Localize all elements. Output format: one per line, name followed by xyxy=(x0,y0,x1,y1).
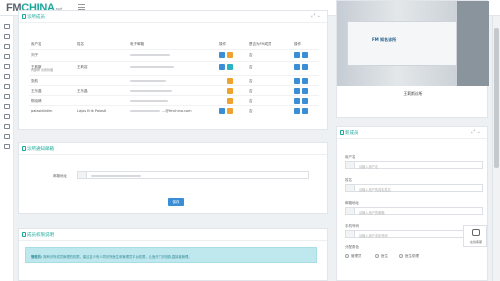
card-tools-icon[interactable]: ⤢ ⌄ xyxy=(311,13,321,19)
calendar-icon[interactable] xyxy=(4,74,10,79)
email-blurred xyxy=(130,90,172,92)
info-icon xyxy=(22,232,26,237)
table-row: palasidlatim Lajos Erik Palasti ...@fmch… xyxy=(29,105,319,115)
notify-email-card: 诊所通知邮箱 邮箱地址 保存 xyxy=(18,142,328,214)
new-member-title: 新成员 xyxy=(345,131,359,136)
role-button[interactable] xyxy=(227,98,233,104)
notice-text: 管理员: 拥有诊所成员管理的权限，建议至少有人同诊所医生和管理员平台权限，让医疗… xyxy=(31,255,192,259)
scrollbar-thumb[interactable] xyxy=(494,28,499,168)
grid-icon[interactable] xyxy=(4,54,10,59)
email-input[interactable]: 请输入用户的邮箱 xyxy=(345,207,483,215)
edit-button[interactable] xyxy=(219,52,225,58)
table-row: 刘子 否 xyxy=(29,49,319,59)
table-header: 用户名 姓名 电子邮箱 操作 是否为FM成员 操作 xyxy=(31,42,301,46)
add-user-icon xyxy=(340,130,344,135)
members-card: 诊所成员 ⤢ ⌄ 用户名 姓名 电子邮箱 操作 是否为FM成员 操作 刘子 否 … xyxy=(18,10,328,130)
edit-button[interactable] xyxy=(294,52,300,58)
edit-button[interactable] xyxy=(294,64,300,70)
mail-icon[interactable] xyxy=(4,144,10,149)
edit-button[interactable] xyxy=(294,108,300,114)
role-button[interactable] xyxy=(227,88,233,94)
mail-icon xyxy=(346,208,355,214)
phone-label: 手机号码 xyxy=(345,224,359,228)
clinic-caption: 王莉斯诊所 xyxy=(403,91,423,96)
clinic-card: FM 知名诊所 王莉斯诊所 xyxy=(336,0,489,118)
email-blurred xyxy=(130,54,170,56)
table-row: 陈晓晴 否 xyxy=(29,95,319,105)
permission-notice-card: 成员权限说明 管理员: 拥有诊所成员管理的权限，建议至少有人同诊所医生和管理员平… xyxy=(18,228,328,281)
tag-icon[interactable] xyxy=(4,124,10,129)
role-button[interactable] xyxy=(227,64,233,70)
email-blurred xyxy=(130,100,168,102)
members-card-header: 诊所成员 ⤢ ⌄ xyxy=(19,11,327,23)
permission-notice-header: 成员权限说明 xyxy=(19,229,327,241)
bell-icon xyxy=(22,146,26,151)
permission-notice-title: 成员权限说明 xyxy=(27,233,54,238)
notify-email-header: 诊所通知邮箱 xyxy=(19,143,327,155)
role-radio-admin[interactable] xyxy=(345,254,349,258)
chart-icon[interactable] xyxy=(4,84,10,89)
role-label: 分配角色 xyxy=(345,245,359,249)
doctor-icon xyxy=(22,14,26,19)
username-label: 用户名 xyxy=(345,155,356,159)
notice-box: 管理员: 拥有诊所成员管理的权限，建议至少有人同诊所医生和管理员平台权限，让医疗… xyxy=(25,247,317,263)
edit-button[interactable] xyxy=(294,88,300,94)
role-radio-doctor[interactable] xyxy=(375,254,379,258)
heart-icon[interactable] xyxy=(4,44,10,49)
role-button[interactable] xyxy=(227,52,233,58)
permission-button[interactable] xyxy=(302,52,308,58)
name-input[interactable]: 请输入用户的真实姓名 xyxy=(345,184,483,192)
book-icon[interactable] xyxy=(4,114,10,119)
edit-button[interactable] xyxy=(294,78,300,84)
email-blurred xyxy=(130,80,166,82)
edit-button[interactable] xyxy=(294,98,300,104)
edit-button[interactable] xyxy=(219,108,225,114)
support-chat-button[interactable]: 在线客服 xyxy=(463,225,487,247)
sidebar xyxy=(0,16,14,281)
table-row: 张航 否 xyxy=(29,75,319,85)
permission-button[interactable] xyxy=(302,98,308,104)
email-blurred xyxy=(130,66,174,68)
email-value-blurred xyxy=(91,175,141,177)
permission-button[interactable] xyxy=(302,78,308,84)
folder-icon[interactable] xyxy=(4,94,10,99)
table-row: 王莉斯 内部师 诊所管理 王莉容 否 xyxy=(29,61,319,75)
user-icon xyxy=(346,162,355,168)
permission-button[interactable] xyxy=(302,88,308,94)
email-blurred xyxy=(130,110,160,112)
new-member-header: 新成员 ⤢ ⌄ xyxy=(337,127,487,139)
email-input[interactable] xyxy=(77,171,309,179)
notify-email-title: 诊所通知邮箱 xyxy=(27,147,54,152)
email-prefix-icon xyxy=(78,172,87,178)
card-tools-icon[interactable]: ⤢ ⌄ xyxy=(471,129,481,135)
username-input[interactable]: 请输入用户名 xyxy=(345,161,483,169)
file-icon[interactable] xyxy=(4,64,10,69)
new-member-card: 新成员 ⤢ ⌄ 用户名 请输入用户名 姓名 请输入用户的真实姓名 邮箱地址 请输… xyxy=(336,126,488,281)
chat-icon xyxy=(472,229,480,236)
members-title: 诊所成员 xyxy=(27,15,45,20)
edit-button[interactable] xyxy=(219,64,225,70)
permission-button[interactable] xyxy=(302,108,308,114)
clinic-sign: FM 知名诊所 xyxy=(372,37,397,42)
clinic-photo: FM 知名诊所 xyxy=(337,1,489,86)
save-button[interactable]: 保存 xyxy=(168,198,184,206)
role-button[interactable] xyxy=(227,108,233,114)
list-icon[interactable] xyxy=(4,104,10,109)
lock-icon[interactable] xyxy=(4,134,10,139)
email-label: 邮箱地址 xyxy=(345,201,359,205)
permission-button[interactable] xyxy=(302,64,308,70)
user-icon[interactable] xyxy=(4,34,10,39)
role-button[interactable] xyxy=(227,78,233,84)
name-label: 姓名 xyxy=(345,178,352,182)
phone-icon xyxy=(346,231,355,237)
table-row: 王乐晶 王乐晶 否 xyxy=(29,85,319,95)
id-icon xyxy=(346,185,355,191)
home-icon[interactable] xyxy=(4,24,10,29)
email-label: 邮箱地址 xyxy=(53,174,67,178)
scrollbar[interactable] xyxy=(492,16,500,281)
role-radio-assistant[interactable] xyxy=(399,254,403,258)
